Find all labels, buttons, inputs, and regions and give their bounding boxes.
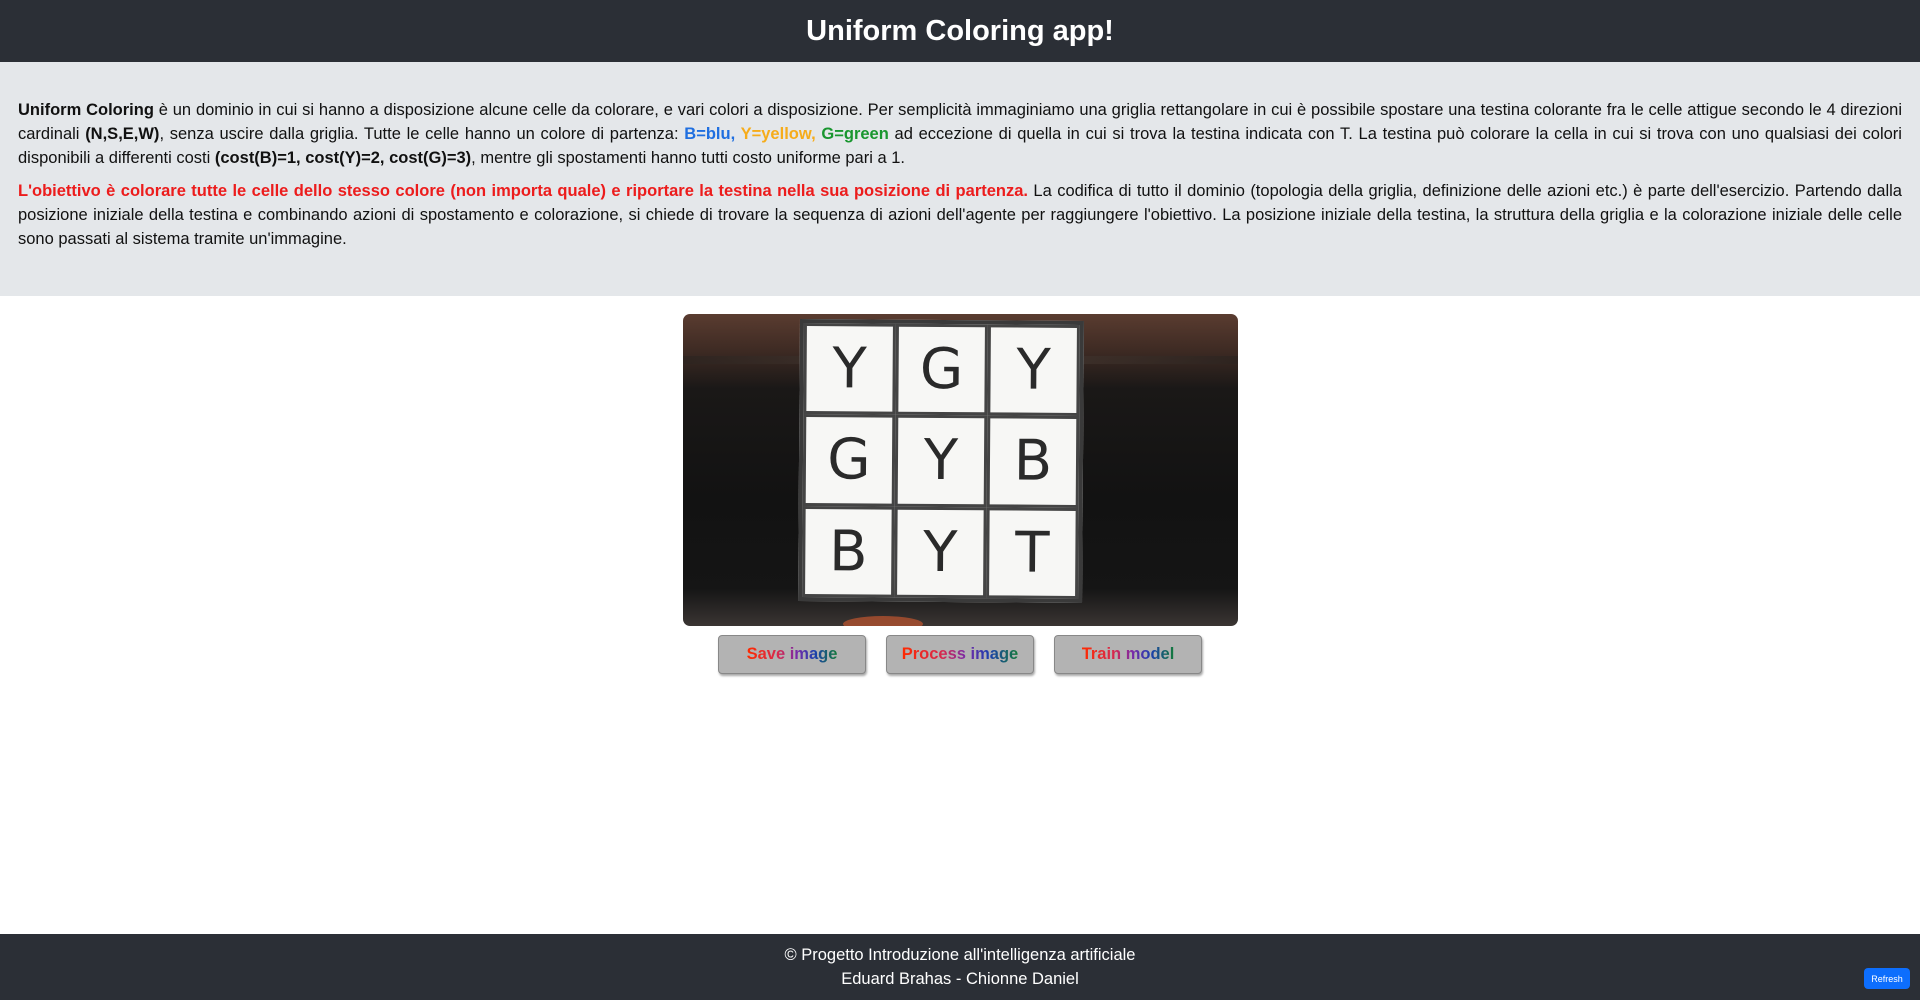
grid-cell: B bbox=[986, 415, 1080, 508]
footer-authors: Eduard Brahas - Chionne Daniel bbox=[841, 970, 1079, 988]
description-text: , mentre gli spostamenti hanno tutti cos… bbox=[471, 149, 905, 167]
grid-cell: Y bbox=[987, 324, 1080, 417]
description-panel: Uniform Coloring è un dominio in cui si … bbox=[0, 62, 1920, 296]
description-text: , senza uscire dalla griglia. Tutte le c… bbox=[159, 125, 685, 143]
grid-cell: Y bbox=[894, 415, 988, 507]
color-yellow-label: Y=yellow, bbox=[735, 125, 816, 143]
grid-cell: G bbox=[802, 414, 896, 507]
grid-cell: Y bbox=[894, 506, 987, 599]
description-paragraph-1: Uniform Coloring è un dominio in cui si … bbox=[18, 98, 1902, 170]
page-title: Uniform Coloring app! bbox=[806, 14, 1114, 47]
footer: © Progetto Introduzione all'intelligenza… bbox=[0, 934, 1920, 1000]
train-model-button[interactable]: Train model bbox=[1054, 635, 1202, 674]
grid-cell: B bbox=[802, 505, 895, 598]
domain-name: Uniform Coloring bbox=[18, 101, 154, 119]
directions-label: (N,S,E,W) bbox=[85, 125, 160, 143]
objective-text: L'obiettivo è colorare tutte le celle de… bbox=[18, 182, 1028, 200]
grid-cell: Y bbox=[803, 323, 896, 416]
grid-cell: T bbox=[986, 506, 1079, 599]
color-grid: Y G Y G Y B B Y T bbox=[798, 319, 1084, 603]
color-blue-label: B=blu, bbox=[684, 125, 736, 143]
save-image-label: Save image bbox=[746, 645, 838, 663]
save-image-button[interactable]: Save image bbox=[718, 635, 866, 674]
train-model-label: Train model bbox=[1081, 645, 1175, 663]
refresh-button[interactable]: Refresh bbox=[1864, 968, 1910, 989]
footer-copyright: © Progetto Introduzione all'intelligenza… bbox=[784, 946, 1136, 964]
action-buttons: Save image Process image Train model bbox=[0, 635, 1920, 674]
color-green-label: G=green bbox=[815, 125, 889, 143]
grid-photo: Y G Y G Y B B Y T bbox=[683, 314, 1238, 626]
grid-cell: G bbox=[895, 323, 988, 416]
process-image-button[interactable]: Process image bbox=[886, 635, 1034, 674]
costs-label: (cost(B)=1, cost(Y)=2, cost(G)=3) bbox=[214, 149, 472, 167]
app-header: Uniform Coloring app! bbox=[0, 0, 1920, 62]
photo-light-glow bbox=[843, 616, 923, 626]
description-paragraph-2: L'obiettivo è colorare tutte le celle de… bbox=[18, 179, 1902, 251]
process-image-label: Process image bbox=[901, 645, 1019, 663]
